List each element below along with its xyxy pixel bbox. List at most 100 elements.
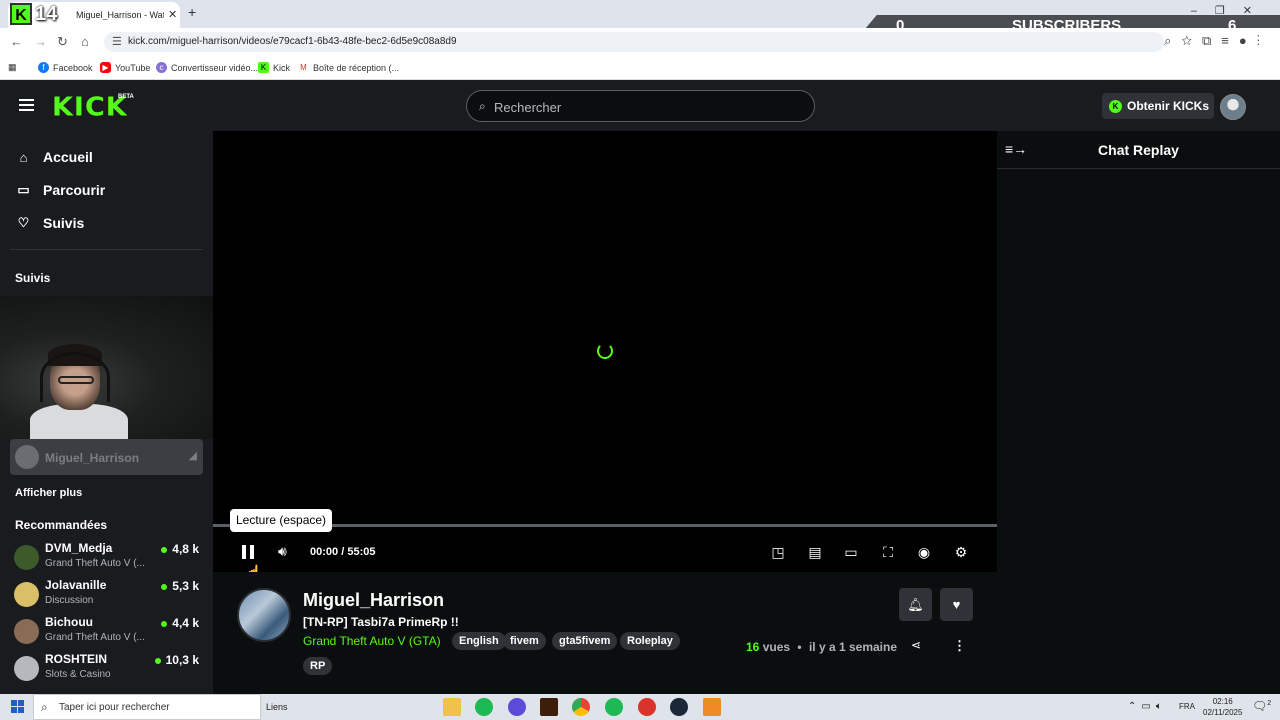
video-player[interactable]: Lecture (espace) 🔊︎ 00:00 / 55:05 ◳ ▤ ▭ … (213, 131, 997, 580)
taskbar-search-input[interactable]: ⌕ Taper ici pour rechercher (33, 694, 261, 720)
channel-name: Jolavanille (45, 578, 107, 592)
tab-close-icon[interactable]: ✕ (168, 8, 177, 21)
site-header: KICK BETA ⌕ Rechercher K Obtenir KICKs (0, 80, 1280, 131)
kick-overlay-badge: K 14 (10, 2, 57, 26)
channel-avatar (14, 656, 39, 681)
tag-roleplay[interactable]: Roleplay (620, 632, 680, 650)
notifications-icon[interactable]: 🗨︎2 (1252, 699, 1271, 713)
links-toolbar[interactable]: Liens (266, 702, 288, 712)
get-kicks-label: Obtenir KICKs (1127, 99, 1210, 113)
miniplayer-icon[interactable]: ◳ (769, 544, 787, 561)
back-icon[interactable]: ← (10, 34, 23, 49)
pause-icon[interactable] (242, 545, 254, 559)
profile-icon[interactable]: ● (1239, 33, 1257, 48)
site-info-icon[interactable]: ☰ (112, 35, 122, 48)
browser-menu-icon[interactable]: ⋮ (1257, 33, 1270, 48)
heart-icon: ♡ (17, 215, 30, 230)
bookmark-convertisseur[interactable]: c Convertisseur vidéo... (156, 62, 258, 73)
settings-gear-icon[interactable]: ⚙ (952, 544, 970, 561)
app-icon[interactable] (638, 698, 656, 716)
bell-icon: 🔔︎ (907, 597, 924, 612)
address-bar-row: ← → ↻ ⌂ ☰ kick.com/miguel-harrison/video… (0, 28, 1280, 56)
url-field[interactable]: ☰ kick.com/miguel-harrison/videos/e79cac… (104, 32, 1164, 52)
chat-header: ≡→ Chat Replay (997, 131, 1280, 169)
more-options-icon[interactable]: ⋮ (953, 638, 966, 654)
posted-date: il y a 1 semaine (808, 640, 898, 654)
notification-bell-button[interactable]: 🔔︎ (899, 588, 932, 621)
webcam-headset (40, 352, 110, 402)
bookmark-youtube[interactable]: ▶ YouTube (100, 62, 150, 73)
tag-rp[interactable]: RP (303, 657, 333, 675)
bookmark-kick[interactable]: K Kick (258, 62, 290, 73)
recommended-channel[interactable]: Jolavanille Discussion 5,3 k (14, 577, 204, 611)
sidebar-item-label: Suivis (43, 215, 85, 231)
home-icon[interactable]: ⌂ (81, 34, 89, 49)
sidebar-item-suivis[interactable]: ♡ Suivis (16, 215, 85, 231)
get-kicks-button[interactable]: K Obtenir KICKs (1102, 93, 1214, 119)
playback-speed-icon[interactable]: ◉ (915, 544, 933, 561)
spotify-icon[interactable] (475, 698, 493, 716)
category-link[interactable]: Grand Theft Auto V (GTA) (303, 634, 441, 648)
search-icon: ⌕ (479, 99, 486, 113)
views-info: 16 vues • il y a 1 semaine (746, 640, 897, 654)
tag-gta5fivem[interactable]: gta5fivem (552, 632, 618, 650)
home-icon: ⌂ (19, 149, 28, 165)
hamburger-menu-icon[interactable] (19, 99, 34, 111)
restore-icon[interactable]: ❐ (1215, 5, 1243, 17)
minimize-icon[interactable]: – (1191, 5, 1215, 17)
file-explorer-icon[interactable] (443, 698, 461, 716)
illustrator-icon[interactable] (540, 698, 558, 716)
fullscreen-icon[interactable]: ⛶ (879, 544, 897, 561)
bookmark-gmail[interactable]: M Boîte de réception (... (298, 62, 399, 73)
sidebar-item-label: Parcourir (43, 182, 106, 198)
apps-icon[interactable]: ▦ (8, 62, 17, 73)
search-input[interactable]: ⌕ Rechercher (466, 90, 815, 122)
theater-mode-icon[interactable]: ▭ (842, 544, 860, 561)
recommended-channel[interactable]: DVM_Medja Grand Theft Auto V (... 4,8 k (14, 540, 204, 574)
search-icon: ⌕ (41, 700, 48, 714)
user-avatar[interactable] (1220, 94, 1246, 120)
window-controls: –❐✕ (1191, 4, 1270, 17)
close-window-icon[interactable]: ✕ (1243, 5, 1270, 17)
clock-date: 02/11/2025 (1203, 708, 1243, 717)
reload-icon[interactable]: ↻ (57, 34, 68, 50)
discord-icon[interactable] (508, 698, 526, 716)
zoom-icon[interactable]: ⌕ (1164, 33, 1181, 48)
current-time: 00:00 (310, 546, 339, 558)
chat-panel: ≡→ Chat Replay (997, 131, 1280, 694)
kick-icon: K (258, 62, 269, 73)
forward-icon[interactable]: → (34, 34, 47, 49)
tag-english[interactable]: English (452, 632, 506, 650)
sidebar-item-accueil[interactable]: ⌂ Accueil (16, 149, 93, 165)
windows-start-icon[interactable] (11, 700, 24, 713)
extensions-icon[interactable]: ⧉ (1202, 33, 1221, 48)
system-tray[interactable]: ⌃▭🔈︎ (1128, 701, 1167, 712)
recommended-channel[interactable]: Bichouu Grand Theft Auto V (... 4,4 k (14, 614, 204, 648)
follow-button[interactable]: ♥ (940, 588, 973, 621)
share-icon[interactable]: ⋖ (911, 638, 921, 652)
language-indicator[interactable]: FRA (1179, 702, 1195, 711)
bookmark-star-icon[interactable]: ☆ (1181, 33, 1202, 48)
vlc-icon[interactable] (703, 698, 721, 716)
clip-icon[interactable]: ▤ (806, 544, 824, 561)
streamer-name[interactable]: Miguel_Harrison (303, 590, 444, 611)
recommended-channel[interactable]: ROSHTEIN Slots & Casino 10,3 k (14, 651, 204, 685)
streamer-avatar[interactable] (237, 588, 291, 642)
kick-logo[interactable]: KICK (52, 93, 128, 122)
reading-list-icon[interactable]: ≡ (1221, 33, 1239, 48)
recommended-section-title: Recommandées (15, 518, 108, 532)
volume-icon[interactable]: 🔊︎ (278, 543, 287, 560)
sidebar-item-parcourir[interactable]: ▭ Parcourir (16, 182, 105, 198)
chrome-icon[interactable] (572, 698, 590, 716)
tag-fivem[interactable]: fivem (503, 632, 546, 650)
followed-channel-item[interactable]: Miguel_Harrison ◢ (10, 439, 203, 475)
bookmark-facebook[interactable]: f Facebook (38, 62, 93, 73)
channel-category: Slots & Casino (45, 669, 111, 680)
show-more-link[interactable]: Afficher plus (15, 487, 82, 499)
url-text: kick.com/miguel-harrison/videos/e79cacf1… (128, 36, 457, 47)
steam-icon[interactable] (670, 698, 688, 716)
new-tab-button[interactable]: + (188, 4, 196, 20)
play-tooltip: Lecture (espace) (230, 509, 333, 532)
spotify-secondary-icon[interactable] (605, 698, 623, 716)
clock[interactable]: 02:16 02/11/2025 (1203, 696, 1242, 718)
